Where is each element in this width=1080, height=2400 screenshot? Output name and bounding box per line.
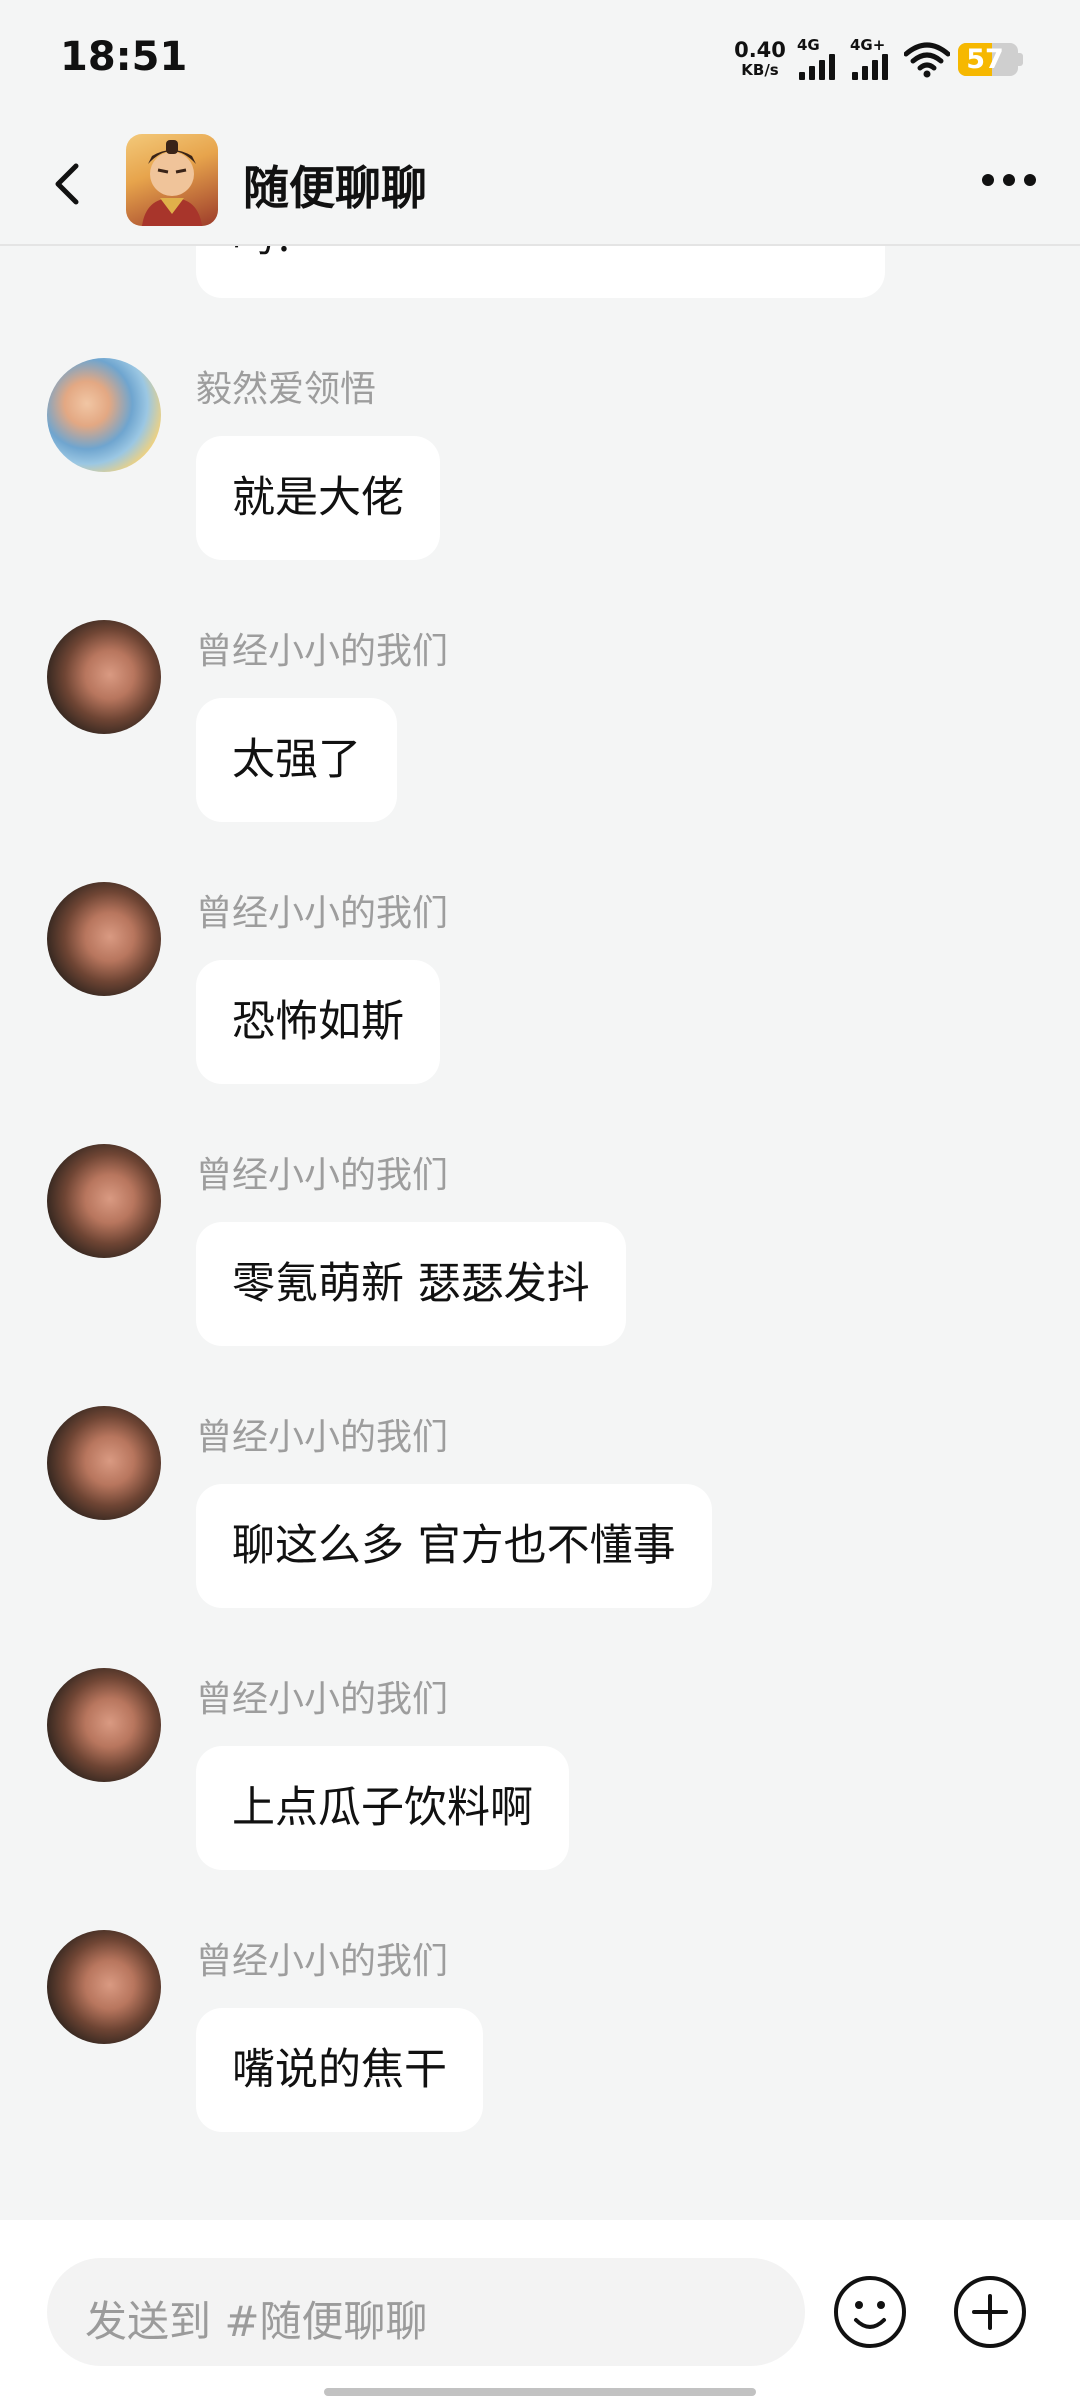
home-indicator[interactable] [324,2388,756,2396]
message-item: 曾经小小的我们 零氪萌新 瑟瑟发抖 [0,1144,1080,1384]
sender-avatar[interactable] [47,1930,161,2044]
sender-avatar[interactable] [47,1406,161,1520]
message-bubble[interactable]: 聊这么多 官方也不懂事 [196,1484,712,1608]
sender-avatar[interactable] [47,358,161,472]
more-options-button[interactable] [976,158,1042,202]
message-input-bar: 发送到 #随便聊聊 [0,2220,1080,2400]
sender-name: 曾经小小的我们 [196,893,449,934]
network-speed-unit: KB/s [741,61,779,79]
chevron-left-icon [55,163,79,205]
sender-name: 曾经小小的我们 [196,1155,449,1196]
plus-button[interactable] [952,2274,1028,2350]
message-list[interactable]: 吗？ 毅然爱领悟 就是大佬 曾经小小的我们 太强了 曾经小小的我们 恐怖如斯 曾… [0,0,1080,2220]
emoji-smile-icon [834,2276,906,2348]
back-button[interactable] [44,156,94,212]
status-time: 18:51 [60,34,188,80]
signal-bars-icon [799,54,835,80]
sender-name: 毅然爱领悟 [196,369,377,410]
sender-name: 曾经小小的我们 [196,631,449,672]
battery-indicator: 57 [958,43,1018,76]
sender-name: 曾经小小的我们 [196,1417,449,1458]
message-item: 曾经小小的我们 恐怖如斯 [0,882,1080,1122]
battery-level-text: 57 [966,44,1004,75]
sender-name: 曾经小小的我们 [196,1941,449,1982]
wifi-icon [904,42,950,78]
message-item: 曾经小小的我们 上点瓜子饮料啊 [0,1668,1080,1908]
network-speed: 0.40 KB/s [734,40,786,78]
signal-type-label: 4G+ [850,36,886,54]
message-input[interactable]: 发送到 #随便聊聊 [47,2258,805,2366]
emoji-button[interactable] [832,2274,908,2350]
signal-bars-icon [852,54,888,80]
signal-type-label: 4G [797,36,820,54]
message-bubble[interactable]: 嘴说的焦干 [196,2008,483,2132]
message-bubble[interactable]: 零氪萌新 瑟瑟发抖 [196,1222,626,1346]
message-bubble[interactable]: 上点瓜子饮料啊 [196,1746,569,1870]
message-item: 曾经小小的我们 聊这么多 官方也不懂事 [0,1406,1080,1646]
battery-cap [1018,53,1023,66]
status-bar: 18:51 0.40 KB/s 4G 4G+ 57 [0,0,1080,120]
message-input-placeholder: 发送到 #随便聊聊 [85,2297,428,2346]
message-item: 曾经小小的我们 太强了 [0,620,1080,860]
message-bubble[interactable]: 恐怖如斯 [196,960,440,1084]
message-bubble[interactable]: 太强了 [196,698,397,822]
sender-avatar[interactable] [47,620,161,734]
message-item: 曾经小小的我们 嘴说的焦干 [0,1930,1080,2170]
message-bubble[interactable]: 就是大佬 [196,436,440,560]
chat-title: 随便聊聊 [243,161,427,215]
plus-circle-icon [954,2276,1026,2348]
message-item: 毅然爱领悟 就是大佬 [0,358,1080,598]
group-avatar[interactable] [126,134,218,226]
sender-avatar[interactable] [47,1668,161,1782]
more-dots-icon [982,174,1036,186]
network-speed-value: 0.40 [734,38,786,62]
sender-avatar[interactable] [47,1144,161,1258]
chat-header: 随便聊聊 [0,120,1080,246]
character-portrait-icon [142,140,202,226]
sender-avatar[interactable] [47,882,161,996]
sender-name: 曾经小小的我们 [196,1679,449,1720]
